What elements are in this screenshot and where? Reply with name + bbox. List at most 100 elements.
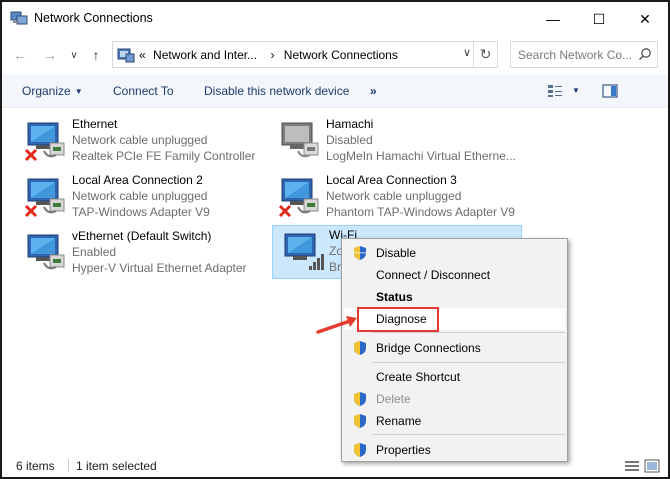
breadcrumb: « Network and Inter... › Network Connect… <box>139 48 402 62</box>
forward-button[interactable]: → <box>40 45 60 65</box>
network-adapter-icon <box>27 234 65 270</box>
minimize-icon: — <box>546 11 560 27</box>
connection-device: Hyper-V Virtual Ethernet Adapter <box>72 261 247 275</box>
uac-shield-icon <box>354 392 366 406</box>
connection-status: Network cable unplugged <box>72 133 208 147</box>
connection-name: Local Area Connection 2 <box>72 173 203 187</box>
uac-shield-icon <box>354 246 366 260</box>
minimize-button[interactable]: — <box>530 2 576 36</box>
menu-item-create-shortcut[interactable]: Create Shortcut <box>344 366 565 388</box>
search-box[interactable]: Search Network Co... <box>510 41 658 68</box>
details-view-icon[interactable] <box>624 460 640 472</box>
close-icon: ✕ <box>639 10 651 27</box>
selection-count: 1 item selected <box>76 459 157 473</box>
menu-separator <box>372 362 565 363</box>
organize-menu[interactable]: Organize ▼ <box>22 84 83 98</box>
connection-item-local-area-connection-2[interactable]: Local Area Connection 2 Network cable un… <box>16 171 266 225</box>
up-button[interactable]: ↑ <box>86 45 106 65</box>
connection-status: Disabled <box>326 133 373 147</box>
uac-shield-icon <box>354 443 366 457</box>
connect-to-button[interactable]: Connect To <box>113 84 174 98</box>
maximize-button[interactable]: ☐ <box>576 2 622 36</box>
organize-label: Organize <box>22 84 71 98</box>
connection-device: Br <box>329 260 341 274</box>
menu-item-label: Disable <box>376 246 417 260</box>
window-title: Network Connections <box>34 11 153 25</box>
connection-status: Network cable unplugged <box>72 189 208 203</box>
uac-shield-icon <box>354 414 366 428</box>
breadcrumb-overflow[interactable]: « <box>139 48 146 62</box>
preview-pane-icon[interactable] <box>602 84 618 98</box>
navigation-row: ← → ∨ ↑ « Network and Inter... › Network… <box>2 36 668 74</box>
menu-item-label: Delete <box>376 392 411 406</box>
disable-device-button[interactable]: Disable this network device <box>204 84 349 98</box>
connection-name: vEthernet (Default Switch) <box>72 229 212 243</box>
menu-separator <box>372 332 565 333</box>
large-icons-view-icon[interactable] <box>644 459 660 473</box>
disconnected-x-icon <box>24 204 38 218</box>
connection-name: Hamachi <box>326 117 374 131</box>
close-button[interactable]: ✕ <box>622 2 668 36</box>
refresh-button[interactable]: ↻ <box>473 42 497 67</box>
menu-item-rename[interactable]: Rename <box>344 410 565 432</box>
back-arrow-icon: ← <box>13 47 27 63</box>
forward-arrow-icon: → <box>43 47 57 63</box>
breadcrumb-network-connections[interactable]: Network Connections <box>284 48 398 62</box>
connection-device: LogMeIn Hamachi Virtual Etherne... <box>326 149 516 163</box>
search-input[interactable]: Search Network Co... <box>518 48 634 62</box>
more-commands-button[interactable]: » <box>370 84 377 98</box>
address-bar[interactable]: « Network and Inter... › Network Connect… <box>112 41 498 68</box>
network-adapter-disabled-icon <box>281 122 319 158</box>
diagnose-highlight-box <box>357 307 439 332</box>
view-options-dropdown[interactable]: ▼ <box>572 86 580 95</box>
menu-item-label: Rename <box>376 414 422 428</box>
breadcrumb-separator[interactable]: › <box>270 48 274 62</box>
search-icon <box>638 48 651 61</box>
item-count: 6 items <box>16 459 55 473</box>
chevron-down-icon: ∨ <box>70 49 78 61</box>
connection-item-local-area-connection-3[interactable]: Local Area Connection 3 Network cable un… <box>270 171 520 225</box>
menu-item-properties[interactable]: Properties <box>344 439 565 461</box>
refresh-icon: ↻ <box>479 46 492 62</box>
connection-item-hamachi[interactable]: Hamachi Disabled LogMeIn Hamachi Virtual… <box>270 115 520 169</box>
maximize-icon: ☐ <box>592 10 606 27</box>
menu-item-label: Properties <box>376 443 431 457</box>
recent-locations-button[interactable]: ∨ <box>64 45 84 65</box>
menu-item-status[interactable]: Status <box>344 286 565 308</box>
menu-item-label: Create Shortcut <box>376 370 461 384</box>
context-menu: Disable Connect / Disconnect Status Diag… <box>341 238 568 462</box>
address-dropdown-icon[interactable]: ∨ <box>463 46 471 59</box>
menu-item-delete: Delete <box>344 388 565 410</box>
back-button[interactable]: ← <box>10 45 30 65</box>
connection-name: Ethernet <box>72 117 118 131</box>
connection-device: TAP-Windows Adapter V9 <box>72 205 210 219</box>
status-bar: 6 items 1 item selected <box>2 454 668 477</box>
connection-status: Network cable unplugged <box>326 189 462 203</box>
menu-item-label: Status <box>376 290 413 304</box>
disconnected-x-icon <box>24 148 38 162</box>
change-view-icon[interactable] <box>547 84 563 98</box>
connection-item-ethernet[interactable]: Ethernet Network cable unplugged Realtek… <box>16 115 266 169</box>
uac-shield-icon <box>354 341 366 355</box>
disconnected-x-icon <box>278 204 292 218</box>
menu-item-disable[interactable]: Disable <box>344 242 565 264</box>
title-bar: Network Connections — ☐ ✕ <box>2 2 668 36</box>
network-connections-app-icon <box>10 11 28 25</box>
connection-device: Realtek PCIe FE Family Controller <box>72 149 256 163</box>
menu-item-bridge-connections[interactable]: Bridge Connections <box>344 337 565 359</box>
control-panel-icon <box>117 48 135 63</box>
breadcrumb-network-and-internet[interactable]: Network and Inter... <box>153 48 257 62</box>
connection-item-vethernet[interactable]: vEthernet (Default Switch) Enabled Hyper… <box>16 227 266 281</box>
menu-item-label: Bridge Connections <box>376 341 481 355</box>
chevron-down-icon: ▼ <box>74 87 83 96</box>
menu-separator <box>372 434 565 435</box>
command-bar: Organize ▼ Connect To Disable this networ… <box>2 74 668 108</box>
connection-device: Phantom TAP-Windows Adapter V9 <box>326 205 515 219</box>
menu-item-connect-disconnect[interactable]: Connect / Disconnect <box>344 264 565 286</box>
status-separator <box>68 459 69 472</box>
connection-name: Local Area Connection 3 <box>326 173 457 187</box>
up-arrow-icon: ↑ <box>92 47 100 63</box>
annotation-arrow-icon <box>316 316 357 334</box>
menu-item-label: Connect / Disconnect <box>376 268 491 282</box>
network-connections-window: Network Connections — ☐ ✕ ← → ∨ ↑ « Netw… <box>0 0 670 479</box>
